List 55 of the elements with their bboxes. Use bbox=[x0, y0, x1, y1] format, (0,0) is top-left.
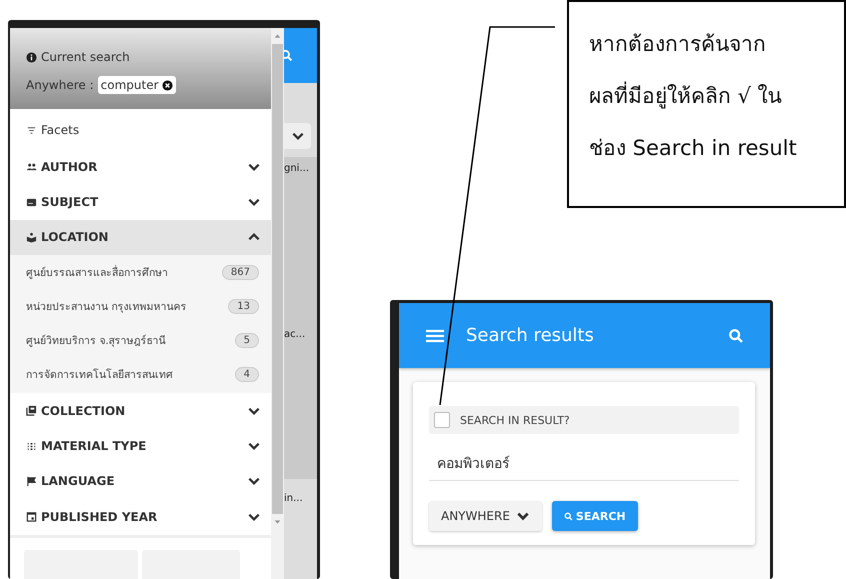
scope-dropdown[interactable]: ANYWHERE bbox=[429, 501, 542, 531]
facet-header[interactable]: PUBLISHED YEAR bbox=[10, 499, 271, 534]
scrollbar[interactable] bbox=[271, 28, 284, 579]
filter-icon bbox=[26, 124, 37, 136]
facet-header[interactable]: LANGUAGE bbox=[10, 464, 271, 500]
facet-header[interactable]: SUBJECT bbox=[10, 184, 271, 220]
search-in-result-option[interactable]: SEARCH IN RESULT? bbox=[429, 406, 739, 434]
menu-icon[interactable] bbox=[426, 328, 444, 342]
calendar-icon bbox=[26, 511, 37, 522]
search-icon[interactable] bbox=[728, 328, 744, 344]
search-input-field[interactable]: คอมพิวเตอร์ bbox=[429, 446, 739, 481]
scrollbar-thumb[interactable] bbox=[272, 44, 283, 514]
facet-title: AUTHOR bbox=[41, 160, 98, 174]
scroll-up-icon[interactable] bbox=[273, 32, 282, 40]
facet-title: MATERIAL TYPE bbox=[41, 439, 148, 454]
result-text: ac... bbox=[284, 329, 306, 340]
count-badge: 867 bbox=[222, 264, 259, 280]
people-icon bbox=[26, 161, 37, 172]
result-text: gni... bbox=[284, 163, 309, 174]
callout-text: ผลที่มีอยู่ให้คลิก √ ใน bbox=[589, 70, 836, 122]
facet-header[interactable]: COLLECTION bbox=[10, 393, 271, 428]
callout-text: ช่อง Search in result bbox=[589, 135, 798, 162]
field-label: Anywhere : bbox=[26, 78, 94, 92]
info-icon bbox=[26, 52, 37, 62]
facet-option[interactable]: ศูนย์บรรณสารและสื่อการศึกษา bbox=[26, 264, 168, 281]
facet-header[interactable]: AUTHOR bbox=[10, 149, 271, 184]
facet-title: SUBJECT bbox=[41, 195, 100, 210]
facet-title: LOCATION bbox=[41, 230, 110, 244]
app-title: Search results bbox=[466, 325, 595, 346]
current-search-title: Current search bbox=[41, 50, 130, 64]
checkbox[interactable] bbox=[434, 412, 450, 428]
facet-option[interactable]: หน่วยประสานงาน กรุงเทพมหานคร bbox=[26, 298, 186, 315]
book-stand-icon bbox=[26, 232, 37, 243]
callout-text: หากต้องการค้นจาก bbox=[589, 31, 767, 58]
remove-icon[interactable] bbox=[162, 80, 173, 90]
facets-title: Facets bbox=[41, 123, 80, 138]
flag-icon bbox=[26, 476, 37, 487]
card-icon bbox=[26, 196, 37, 208]
facet-option[interactable]: การจัดการเทคโนโลยีสารสนเทศ bbox=[26, 366, 173, 383]
library-icon bbox=[26, 405, 37, 416]
facet-title: COLLECTION bbox=[41, 404, 126, 418]
count-badge: 4 bbox=[234, 366, 259, 382]
grid-icon bbox=[26, 440, 37, 452]
facet-title: PUBLISHED YEAR bbox=[41, 510, 158, 524]
facet-header[interactable]: LOCATION bbox=[10, 220, 271, 256]
search-term-chip[interactable]: computer bbox=[98, 76, 176, 94]
count-badge: 13 bbox=[228, 298, 259, 314]
dropdown-button[interactable] bbox=[284, 123, 311, 149]
facet-option[interactable]: ศูนย์วิทยบริการ จ.สุราษฎร์ธานี bbox=[26, 332, 166, 349]
scroll-down-icon[interactable] bbox=[273, 518, 282, 526]
facet-title: LANGUAGE bbox=[41, 474, 116, 488]
facet-header[interactable]: MATERIAL TYPE bbox=[10, 428, 271, 464]
search-icon bbox=[564, 512, 573, 520]
result-text: in... bbox=[284, 493, 303, 504]
count-badge: 5 bbox=[234, 332, 259, 348]
